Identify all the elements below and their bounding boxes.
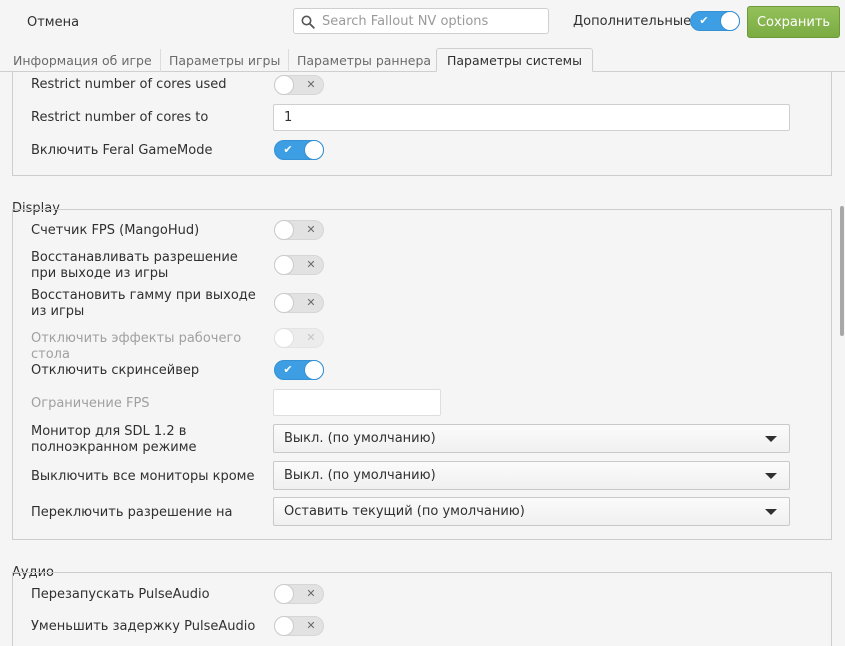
switch-knob <box>304 140 324 160</box>
close-icon: ✕ <box>306 78 316 91</box>
row-label-disable-compositing: Отключить эффекты рабочего стола <box>31 331 242 362</box>
switch-knob <box>274 616 294 636</box>
tab-bar: Информация об игре Параметры игры Параме… <box>0 46 845 72</box>
checkmark-icon: ✔ <box>283 143 293 156</box>
header-bar: Отмена Дополнительные ✔ Сохранить <box>0 0 845 46</box>
chevron-down-icon <box>765 436 777 442</box>
switch-resolution-dropdown[interactable]: Оставить текущий (по умолчанию) <box>273 497 790 526</box>
sdl-monitor-dropdown[interactable]: Выкл. (по умолчанию) <box>273 424 790 453</box>
switch-knob <box>274 328 294 348</box>
row-label-sdl-monitor: Монитор для SDL 1.2 в полноэкранном режи… <box>31 424 197 455</box>
switch-knob <box>274 220 294 240</box>
save-button[interactable]: Сохранить <box>747 6 840 38</box>
tab-game-info[interactable]: Информация об игре <box>13 49 161 72</box>
feral-gamemode-switch[interactable]: ✔ <box>274 140 324 160</box>
search-box[interactable] <box>293 8 549 34</box>
row-label-restart-pulseaudio: Перезапускать PulseAudio <box>31 587 210 602</box>
close-icon: ✕ <box>306 331 316 344</box>
vertical-scrollbar[interactable] <box>840 206 844 336</box>
close-icon: ✕ <box>306 296 316 309</box>
search-icon <box>301 15 315 29</box>
switch-knob <box>274 293 294 313</box>
fps-counter-switch[interactable]: ✕ <box>274 220 324 240</box>
switch-knob <box>274 584 294 604</box>
dropdown-value: Оставить текущий (по умолчанию) <box>284 504 525 519</box>
checkmark-icon: ✔ <box>283 363 293 376</box>
row-label-restore-gamma: Восстановить гамму при выходе из игры <box>31 288 256 319</box>
advanced-toggle[interactable]: ✔ <box>690 11 740 31</box>
chevron-down-icon <box>765 473 777 479</box>
restore-gamma-switch[interactable]: ✕ <box>274 293 324 313</box>
close-icon: ✕ <box>306 223 316 236</box>
row-label-feral-gamemode: Включить Feral GameMode <box>31 143 213 158</box>
fps-limit-field <box>273 389 441 416</box>
row-label-restore-resolution: Восстанавливать разрешение при выходе из… <box>31 250 238 281</box>
search-input[interactable] <box>322 9 542 33</box>
cancel-button[interactable]: Отмена <box>14 9 92 36</box>
row-label-reduce-pulseaudio-latency: Уменьшить задержку PulseAudio <box>31 619 256 634</box>
row-label-restrict-cores-used: Restrict number of cores used <box>31 77 227 92</box>
switch-knob <box>274 255 294 275</box>
switch-knob <box>304 360 324 380</box>
close-icon: ✕ <box>306 587 316 600</box>
switch-knob <box>720 11 740 31</box>
dropdown-value: Выкл. (по умолчанию) <box>284 431 436 446</box>
row-label-disable-monitors: Выключить все мониторы кроме <box>31 469 255 484</box>
restrict-cores-to-field[interactable]: 1 <box>273 104 790 131</box>
restart-pulseaudio-switch[interactable]: ✕ <box>274 584 324 604</box>
restrict-cores-used-switch[interactable]: ✕ <box>274 75 324 95</box>
disable-monitors-dropdown[interactable]: Выкл. (по умолчанию) <box>273 461 790 490</box>
reduce-pulseaudio-latency-switch[interactable]: ✕ <box>274 616 324 636</box>
switch-knob <box>274 75 294 95</box>
tab-runner-options[interactable]: Параметры раннера <box>297 49 431 72</box>
dropdown-value: Выкл. (по умолчанию) <box>284 468 436 483</box>
row-label-restrict-cores-to: Restrict number of cores to <box>31 110 209 125</box>
close-icon: ✕ <box>306 258 316 271</box>
row-label-switch-resolution: Переключить разрешение на <box>31 505 233 520</box>
row-label-fps-counter: Счетчик FPS (MangoHud) <box>31 223 200 238</box>
restore-resolution-switch[interactable]: ✕ <box>274 255 324 275</box>
disable-compositing-switch: ✕ <box>274 328 324 348</box>
tab-game-options[interactable]: Параметры игры <box>169 49 290 72</box>
close-icon: ✕ <box>306 619 316 632</box>
checkmark-icon: ✔ <box>699 14 709 27</box>
chevron-down-icon <box>765 509 777 515</box>
tab-system-options[interactable]: Параметры системы <box>436 48 593 72</box>
row-label-disable-screensaver: Отключить скринсейвер <box>31 363 200 378</box>
advanced-label: Дополнительные <box>573 14 692 29</box>
disable-screensaver-switch[interactable]: ✔ <box>274 360 324 380</box>
row-label-fps-limit: Ограничение FPS <box>31 396 150 411</box>
settings-scroll-area[interactable]: Restrict number of cores used ✕ Restrict… <box>0 72 845 646</box>
